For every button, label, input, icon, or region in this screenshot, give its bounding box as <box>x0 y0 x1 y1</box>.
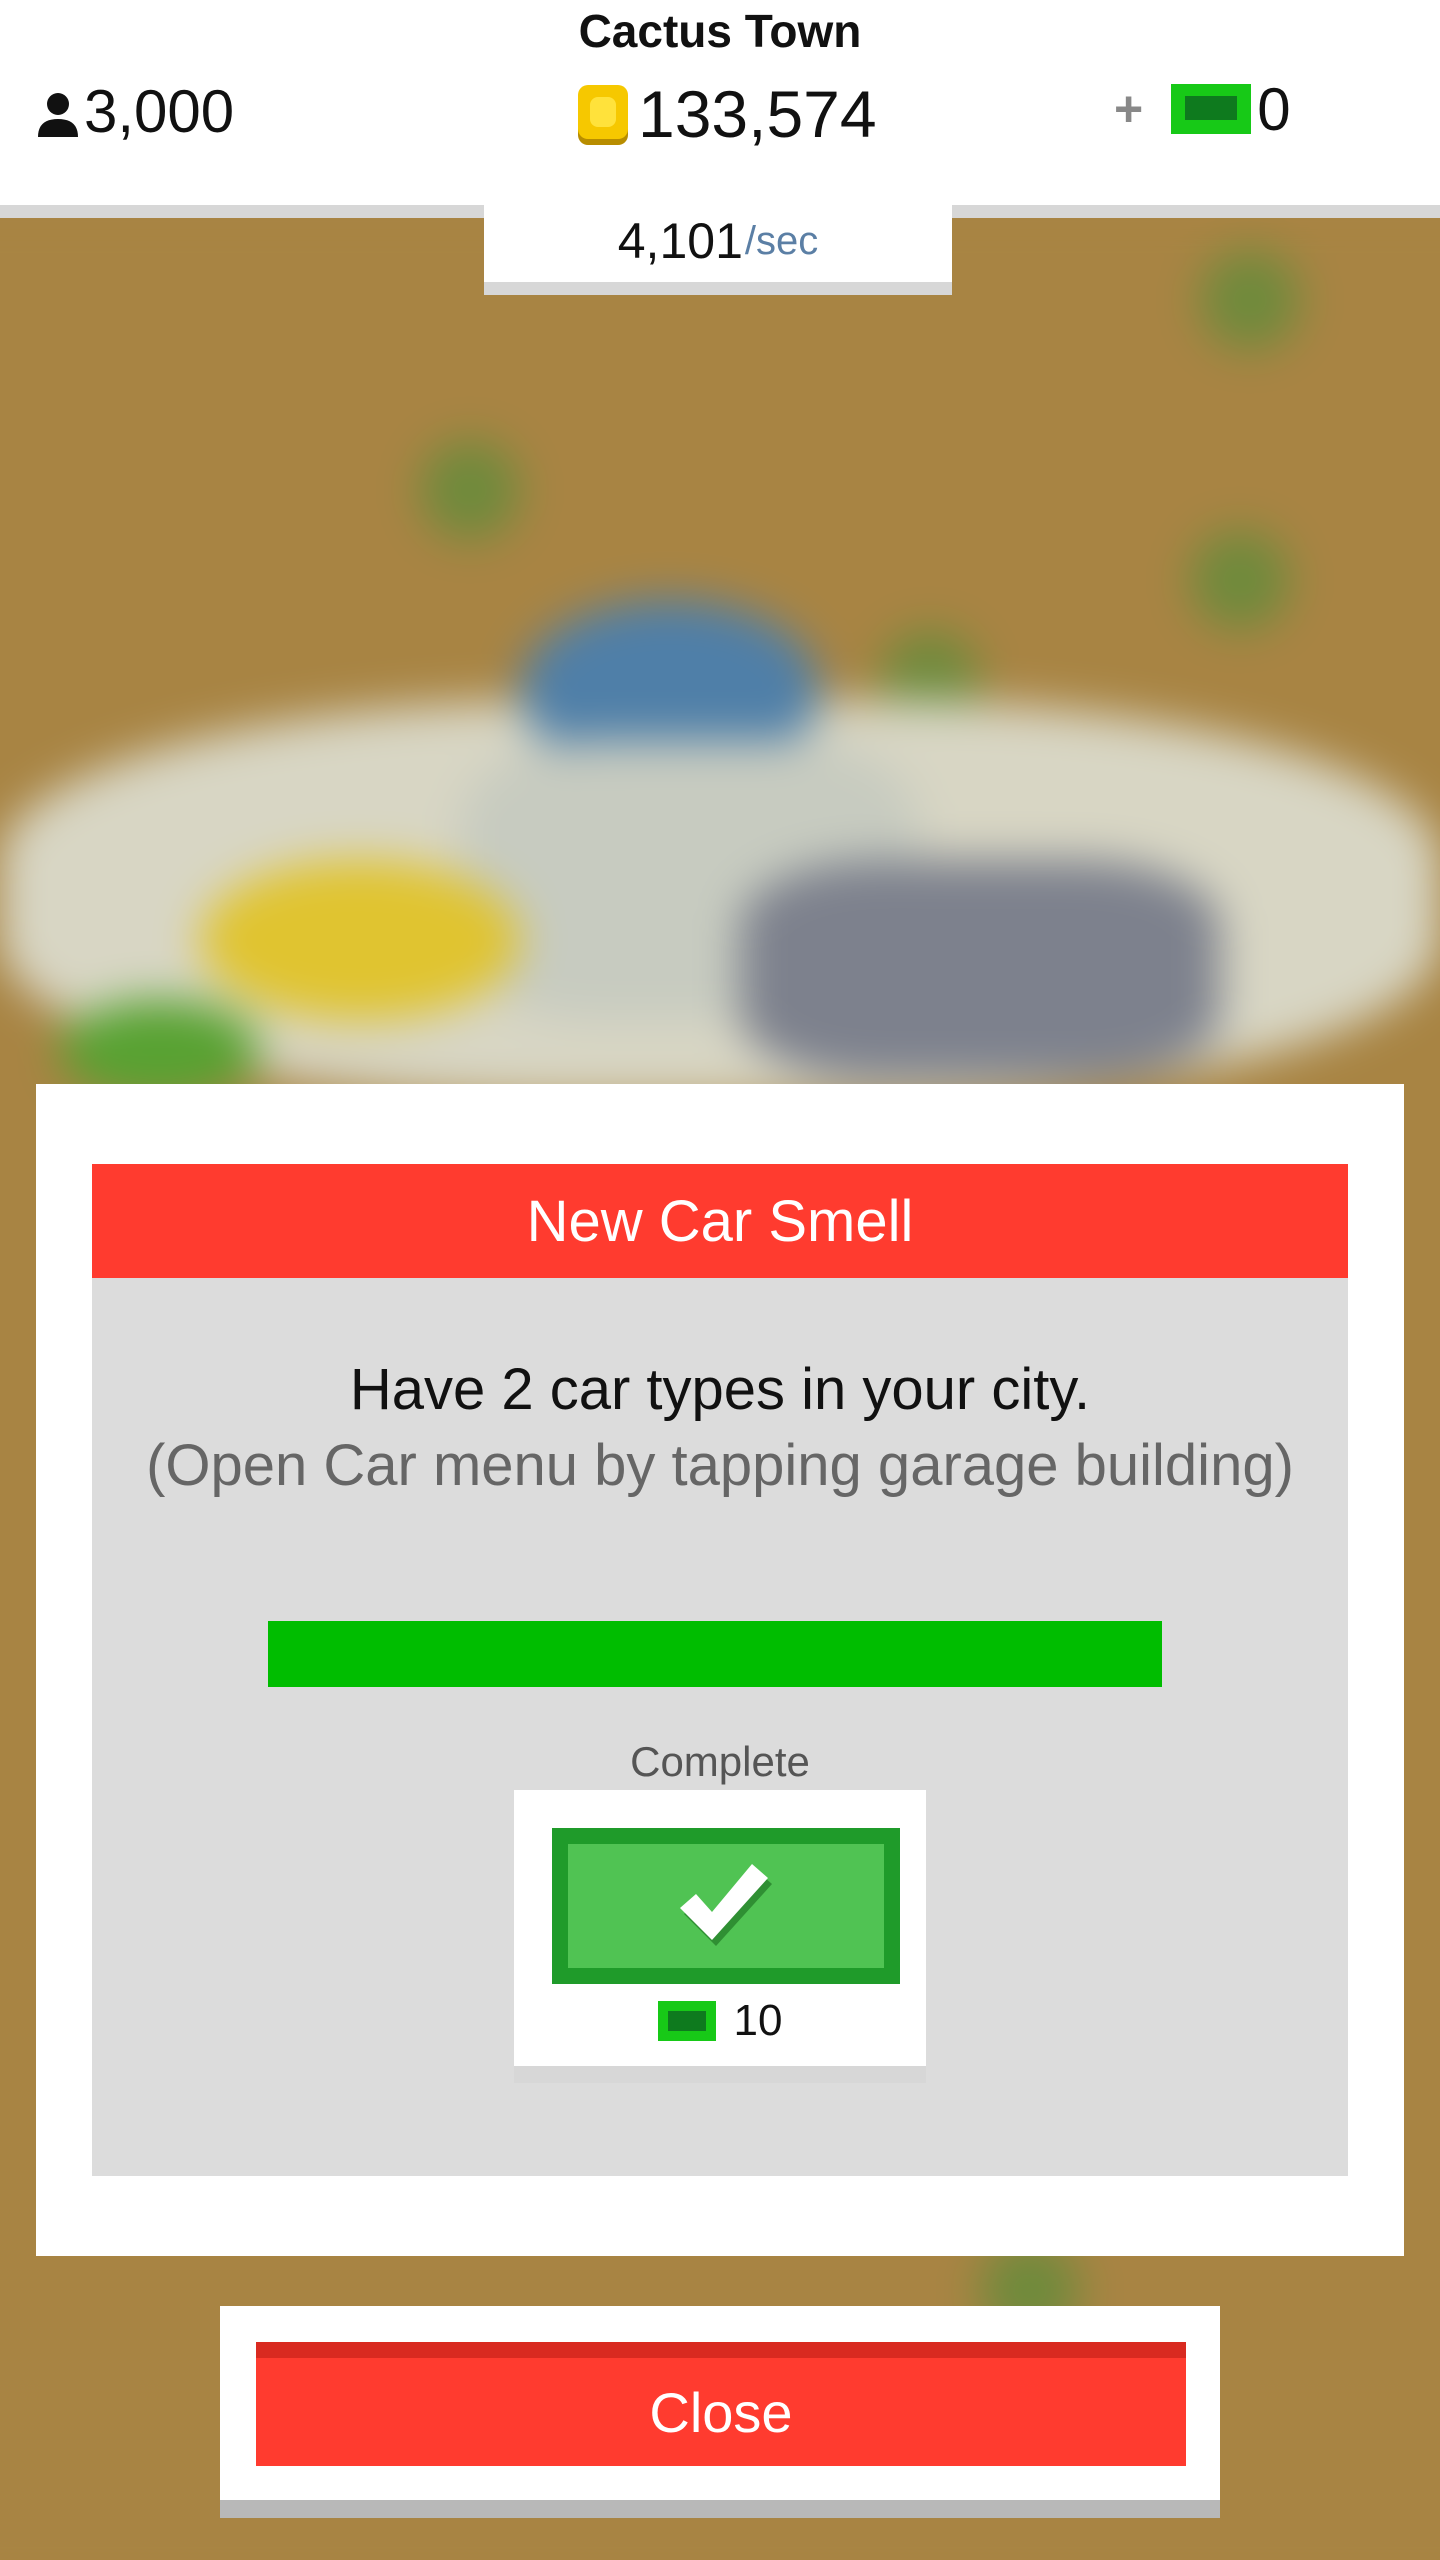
reward-amount: 10 <box>514 1996 926 2046</box>
close-button[interactable]: Close <box>256 2342 1186 2466</box>
checkmark-icon <box>680 1864 772 1946</box>
mission-description: Have 2 car types in your city. <box>349 1357 1091 1422</box>
coin-counter: 133,574 <box>578 74 877 154</box>
income-rate: 4,101/sec <box>484 205 952 277</box>
mission-progress-bar <box>268 1621 1162 1687</box>
city-name: Cactus Town <box>578 5 862 57</box>
cash-icon <box>657 2001 716 2041</box>
cash-value: 0 <box>1257 75 1291 143</box>
income-rate-tab-shadow <box>484 282 952 295</box>
income-rate-unit: /sec <box>744 218 819 263</box>
population-counter: 3,000 <box>36 76 234 146</box>
population-value: 3,000 <box>84 77 235 145</box>
top-hud: Cactus Town 3,000 133,574 + 0 <box>0 0 1440 205</box>
coin-value: 133,574 <box>638 77 877 151</box>
person-icon <box>36 86 80 137</box>
reward-card-shadow <box>514 2066 926 2083</box>
mission-status: Complete <box>630 1738 810 1785</box>
mission-hint: (Open Car menu by tapping garage buildin… <box>146 1433 1294 1498</box>
close-button-frame-shadow <box>220 2500 1220 2518</box>
cash-counter[interactable]: + 0 <box>1114 74 1291 144</box>
cash-icon <box>1171 84 1252 134</box>
income-rate-value: 4,101 <box>617 213 743 269</box>
mission-title: New Car Smell <box>92 1164 1348 1278</box>
coin-icon <box>578 85 628 143</box>
claim-reward-button[interactable] <box>552 1828 900 1984</box>
add-cash-plus[interactable]: + <box>1114 80 1143 138</box>
mission-progress-fill <box>268 1621 1162 1687</box>
reward-amount-value: 10 <box>733 1996 783 2045</box>
